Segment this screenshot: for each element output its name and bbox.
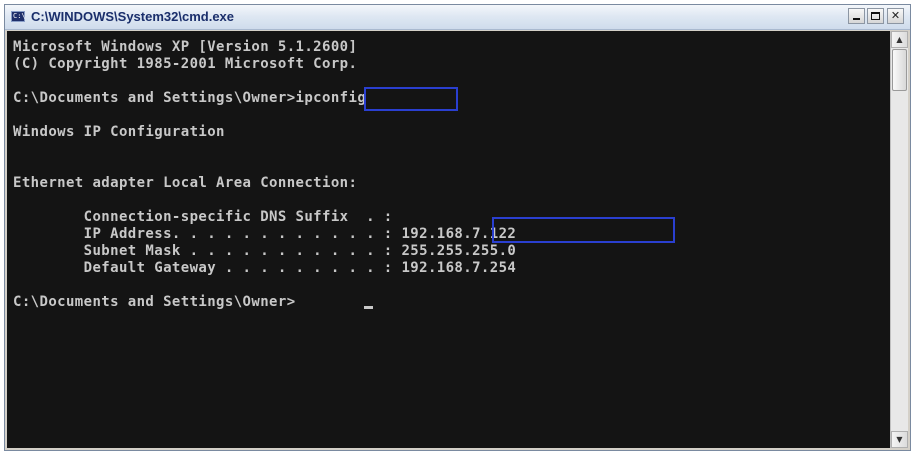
ipconfig-command-highlight [364,87,458,111]
console-prompt: C:\Documents and Settings\Owner> [13,294,296,310]
maximize-icon [871,12,880,20]
console-line: Connection-specific DNS Suffix . : [13,209,393,225]
console-line: C:\Documents and Settings\Owner>ipconfig [13,90,367,106]
console-line: Windows IP Configuration [13,124,225,140]
arrow-up-icon: ▲ [896,35,903,44]
cmd-app-icon[interactable]: C:\ [11,11,26,22]
text-cursor [364,306,373,309]
minimize-icon [853,18,860,20]
cmd-window: C:\ C:\WINDOWS\System32\cmd.exe ✕ Micros… [4,4,911,451]
console-line: IP Address. . . . . . . . . . . . : 192.… [13,226,517,242]
console-line: Subnet Mask . . . . . . . . . . . : 255.… [13,243,517,259]
scroll-thumb[interactable] [892,49,907,91]
close-icon: ✕ [890,9,901,22]
title-bar[interactable]: C:\ C:\WINDOWS\System32\cmd.exe ✕ [5,5,910,30]
arrow-down-icon: ▼ [896,435,903,444]
minimize-button[interactable] [848,8,865,24]
window-title: C:\WINDOWS\System32\cmd.exe [31,9,235,24]
vertical-scrollbar[interactable]: ▲ ▼ [890,31,908,448]
scroll-up-button[interactable]: ▲ [891,31,908,48]
console-output[interactable]: Microsoft Windows XP [Version 5.1.2600] … [7,31,890,448]
console-line: Default Gateway . . . . . . . . . : 192.… [13,260,517,276]
ip-address-highlight [492,217,675,243]
console-line: Ethernet adapter Local Area Connection: [13,175,358,191]
console-line: (C) Copyright 1985-2001 Microsoft Corp. [13,56,358,72]
console-line: Microsoft Windows XP [Version 5.1.2600] [13,39,358,55]
scroll-down-button[interactable]: ▼ [891,431,908,448]
close-button[interactable]: ✕ [887,8,904,24]
maximize-button[interactable] [867,8,884,24]
